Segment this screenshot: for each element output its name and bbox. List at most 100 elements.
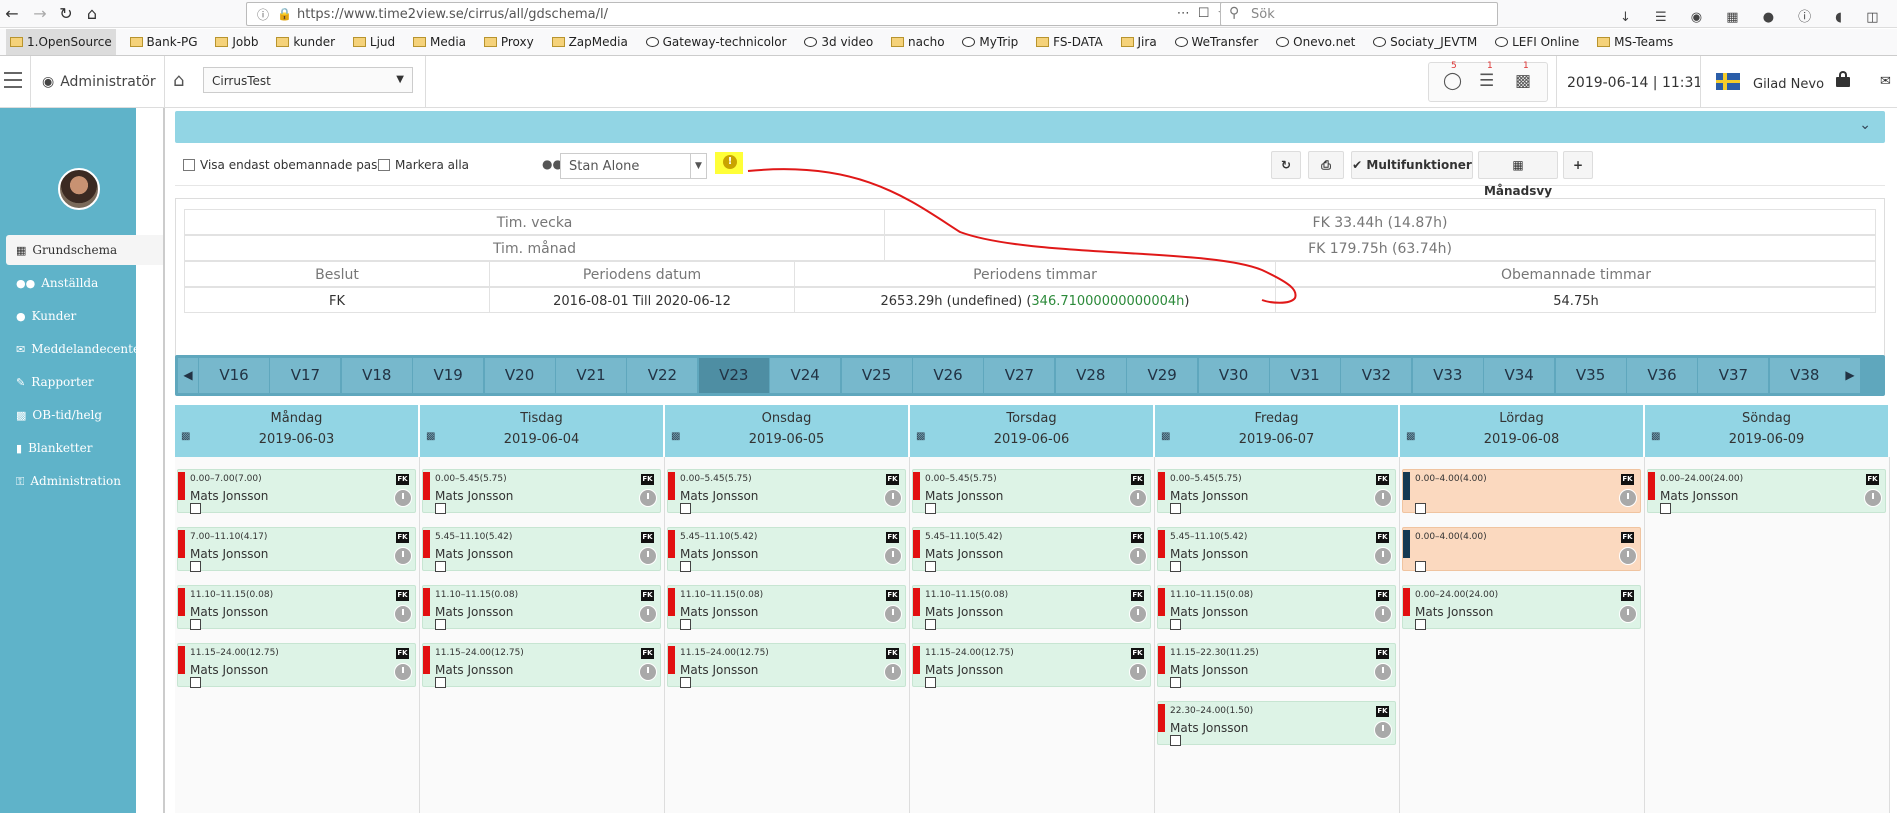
shift-card[interactable]: 11.15–24.00(12.75) Mats Jonsson FK [667,643,906,688]
clock-icon[interactable] [1619,605,1637,623]
clock-icon[interactable] [394,547,412,565]
clock-icon[interactable] [884,605,902,623]
bookmark-item[interactable]: Sociaty_JEVTM [1369,29,1481,55]
clock-icon[interactable] [394,605,412,623]
prev-week-arrow-icon[interactable]: ◀ [178,358,198,393]
browser-search-input[interactable]: ⚲ Sök [1220,2,1498,26]
only-unmanned-checkbox[interactable]: Visa endast obemannade pass [183,158,384,172]
clock-icon[interactable] [1619,547,1637,565]
clock-icon[interactable] [639,663,657,681]
shift-card[interactable]: 0.00–24.00(24.00) Mats Jonsson FK [1647,469,1886,514]
reload-icon[interactable]: ↻ [56,4,76,24]
shift-card[interactable]: 0.00–5.45(5.75) Mats Jonsson FK [1157,469,1396,514]
bookmark-item[interactable]: Proxy [480,29,538,55]
chart-icon[interactable]: ▩ [916,431,925,442]
clock-icon[interactable] [884,489,902,507]
clock-icon[interactable] [1129,489,1147,507]
clock-icon[interactable] [394,489,412,507]
forward-icon[interactable]: → [30,4,50,24]
bookmark-item[interactable]: FS-DATA [1032,29,1107,55]
week-tab[interactable]: V34 [1483,358,1555,393]
week-tab[interactable]: V30 [1197,358,1269,393]
week-tab[interactable]: V25 [840,358,912,393]
home-icon[interactable]: ⌂ [173,70,184,91]
chart-icon[interactable]: ▩ [671,431,680,442]
shift-card[interactable]: 11.10–11.15(0.08) Mats Jonsson FK [912,585,1151,630]
shift-card[interactable]: 0.00–4.00(4.00) FK [1402,469,1641,514]
shift-card[interactable]: 11.10–11.15(0.08) Mats Jonsson FK [422,585,661,630]
shift-checkbox[interactable] [435,619,446,630]
sidebar-item-blanketter[interactable]: ▮ Blanketter [6,433,166,463]
clock-icon[interactable] [1374,721,1392,739]
environment-select[interactable]: CirrusTest ▼ [203,67,413,93]
swedish-flag-icon[interactable] [1716,73,1740,90]
clock-icon[interactable] [1374,489,1392,507]
shift-checkbox[interactable] [190,619,201,630]
refresh-button[interactable]: ↻ [1271,151,1301,179]
address-bar[interactable]: ⓘ 🔒 https://www.time2view.se/cirrus/all/… [246,2,1246,26]
shift-checkbox[interactable] [1660,503,1671,514]
clock-icon[interactable] [1374,663,1392,681]
shift-checkbox[interactable] [925,503,936,514]
week-tab[interactable]: V32 [1340,358,1412,393]
bar-chart-icon[interactable]: 1 ▩ [1515,61,1531,91]
bookmark-item[interactable]: LEFI Online [1491,29,1583,55]
warning-icon[interactable]: ! [715,152,743,174]
next-week-arrow-icon[interactable]: ▶ [1840,358,1860,393]
chart-icon[interactable]: ▩ [181,431,190,442]
back-icon[interactable]: ← [2,4,22,24]
week-tab[interactable]: V26 [912,358,983,393]
collapse-band[interactable]: ⌄ [175,111,1885,143]
shift-card[interactable]: 11.10–11.15(0.08) Mats Jonsson FK [667,585,906,630]
chart-icon[interactable]: ▩ [1406,431,1415,442]
sidebar-item-meddelandecenter[interactable]: ✉ Meddelandecenter [6,334,166,364]
shift-card[interactable]: 5.45–11.10(5.42) Mats Jonsson FK [422,527,661,572]
shift-card[interactable]: 11.15–24.00(12.75) Mats Jonsson FK [177,643,416,688]
bookmark-item[interactable]: Bank-PG [126,29,202,55]
shift-card[interactable]: 22.30–24.00(1.50) Mats Jonsson FK [1157,701,1396,746]
chart-icon[interactable]: ▩ [1161,431,1170,442]
shift-checkbox[interactable] [925,619,936,630]
week-tab[interactable]: V18 [340,358,412,393]
shift-checkbox[interactable] [680,561,691,572]
shift-checkbox[interactable] [435,677,446,688]
bookmark-item[interactable]: 1.OpenSource [6,29,116,55]
clock-icon[interactable] [639,605,657,623]
shift-checkbox[interactable] [1170,561,1181,572]
browser-extensions-icons[interactable]: ↓ ☰ ◉ ▦ ● ⓘ ◖ ◫ ▭ [1620,6,1897,40]
print-button[interactable]: ⎙ [1308,151,1344,179]
bookmark-item[interactable]: Onevo.net [1272,29,1359,55]
week-tab[interactable]: V21 [555,358,626,393]
shift-card[interactable]: 5.45–11.10(5.42) Mats Jonsson FK [667,527,906,572]
shift-checkbox[interactable] [680,503,691,514]
clock-icon[interactable] [639,547,657,565]
chevron-down-icon[interactable]: ⌄ [1859,117,1871,133]
bookmark-item[interactable]: MyTrip [958,29,1022,55]
role-label[interactable]: ◉ Administratör [42,74,156,90]
clock-icon[interactable] [1619,489,1637,507]
week-tab[interactable]: V31 [1269,358,1340,393]
clock-icon[interactable] [1129,547,1147,565]
globe-icon[interactable]: 5 ◯ [1443,61,1462,91]
multifunction-button[interactable]: ✔ Multifunktioner [1351,151,1473,179]
shift-checkbox[interactable] [1170,503,1181,514]
shift-checkbox[interactable] [1170,677,1181,688]
sidebar-item-anstallda[interactable]: ●● Anställda [6,268,166,298]
week-tab[interactable]: V22 [626,358,698,393]
clock-icon[interactable] [1374,605,1392,623]
bookmark-item[interactable]: Jira [1117,29,1161,55]
home-icon[interactable]: ⌂ [82,4,102,24]
week-tab[interactable]: V35 [1554,358,1626,393]
shift-checkbox[interactable] [190,677,201,688]
week-tab[interactable]: V37 [1697,358,1769,393]
shift-card[interactable]: 5.45–11.10(5.42) Mats Jonsson FK [1157,527,1396,572]
sidebar-item-ob-tid[interactable]: ▩ OB-tid/helg [6,400,166,430]
shift-checkbox[interactable] [435,561,446,572]
shift-checkbox[interactable] [190,503,201,514]
week-tab[interactable]: V20 [483,358,555,393]
chart-icon[interactable]: ▩ [426,431,435,442]
week-tab[interactable]: V29 [1126,358,1198,393]
shift-card[interactable]: 11.10–11.15(0.08) Mats Jonsson FK [177,585,416,630]
menu-icon[interactable] [4,72,22,88]
shift-checkbox[interactable] [1415,619,1426,630]
